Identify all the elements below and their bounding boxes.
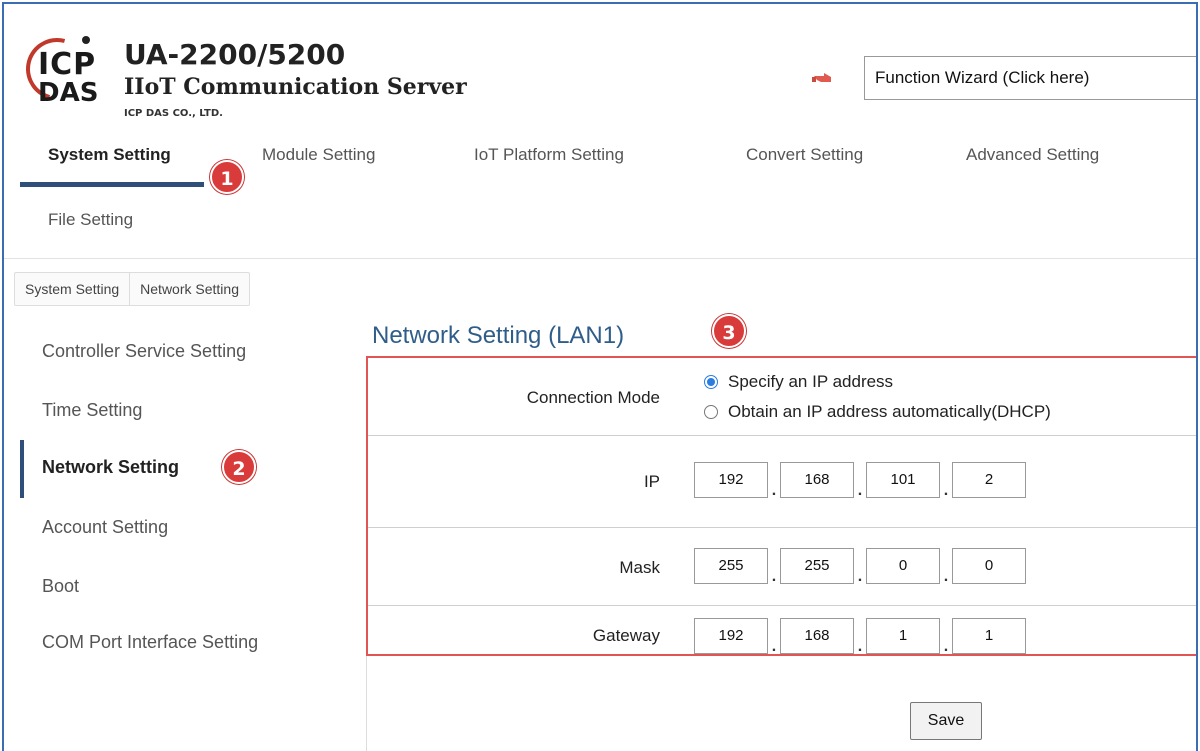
ip-octet-1[interactable]: 192 <box>694 462 768 498</box>
gateway-label: Gateway <box>592 626 660 645</box>
network-settings-form: Connection Mode Specify an IP address Ob… <box>366 356 1196 656</box>
octet-separator: . <box>857 482 863 499</box>
gateway-input-group: 192 . 168 . 1 . 1 <box>694 618 1026 655</box>
mask-octet-3[interactable]: 0 <box>866 548 940 584</box>
gateway-octet-2[interactable]: 168 <box>780 618 854 654</box>
ip-octet-3[interactable]: 101 <box>866 462 940 498</box>
company-logo: ICP DAS <box>14 26 122 112</box>
octet-separator: . <box>943 568 949 585</box>
mask-octet-1[interactable]: 255 <box>694 548 768 584</box>
pointing-hand-icon <box>812 73 831 82</box>
sidebar-item-time-setting[interactable]: Time Setting <box>42 400 142 421</box>
tab-iot-platform-setting[interactable]: IoT Platform Setting <box>474 145 624 165</box>
product-title: UA-2200/5200 <box>124 38 346 71</box>
octet-separator: . <box>771 638 777 655</box>
ip-octet-2[interactable]: 168 <box>780 462 854 498</box>
breadcrumb: System Setting Network Setting <box>14 272 250 306</box>
logo-text-top: ICP <box>38 47 97 82</box>
octet-separator: . <box>857 568 863 585</box>
mask-octet-2[interactable]: 255 <box>780 548 854 584</box>
radio-button-unselected[interactable] <box>704 405 718 419</box>
radio-dhcp[interactable]: Obtain an IP address automatically(DHCP) <box>704 402 1051 422</box>
ip-octet-4[interactable]: 2 <box>952 462 1026 498</box>
active-tab-indicator <box>20 182 204 187</box>
mask-row: Mask 255 . 255 . 0 . 0 <box>368 528 1196 606</box>
mask-octet-4[interactable]: 0 <box>952 548 1026 584</box>
octet-separator: . <box>857 638 863 655</box>
logo-text-bottom: DAS <box>38 78 99 108</box>
gateway-octet-4[interactable]: 1 <box>952 618 1026 654</box>
function-wizard-button[interactable]: Function Wizard (Click here) <box>864 56 1196 100</box>
ip-label: IP <box>643 472 660 491</box>
tab-convert-setting[interactable]: Convert Setting <box>746 145 863 165</box>
tab-system-setting[interactable]: System Setting <box>48 145 171 165</box>
company-name: ICP DAS CO., LTD. <box>124 108 223 119</box>
sidebar-item-account-setting[interactable]: Account Setting <box>42 517 168 538</box>
radio-dhcp-label: Obtain an IP address automatically(DHCP) <box>728 402 1051 421</box>
tab-file-setting[interactable]: File Setting <box>48 210 133 230</box>
octet-separator: . <box>943 638 949 655</box>
ip-row: IP 192 . 168 . 101 . 2 <box>368 436 1196 528</box>
sidebar-item-network-setting[interactable]: Network Setting <box>42 457 179 478</box>
gateway-octet-3[interactable]: 1 <box>866 618 940 654</box>
sidebar-item-controller-service-setting[interactable]: Controller Service Setting <box>42 341 246 362</box>
octet-separator: . <box>771 568 777 585</box>
save-button[interactable]: Save <box>910 702 982 740</box>
gateway-octet-1[interactable]: 192 <box>694 618 768 654</box>
logo-dot <box>82 36 90 44</box>
radio-specify-ip[interactable]: Specify an IP address <box>704 372 893 392</box>
app-window: ICP DAS UA-2200/5200 IIoT Communication … <box>2 2 1198 751</box>
octet-separator: . <box>943 482 949 499</box>
step-badge-2: 2 <box>222 450 256 484</box>
step-badge-1: 1 <box>210 160 244 194</box>
step-badge-3: 3 <box>712 314 746 348</box>
connection-mode-row: Connection Mode Specify an IP address Ob… <box>368 358 1196 436</box>
breadcrumb-system-setting[interactable]: System Setting <box>15 273 129 305</box>
octet-separator: . <box>771 482 777 499</box>
sidebar-item-com-port-interface-setting[interactable]: COM Port Interface Setting <box>42 632 258 653</box>
save-area-divider <box>366 656 367 751</box>
connection-mode-label: Connection Mode <box>526 388 660 407</box>
mask-label: Mask <box>619 558 660 577</box>
product-subtitle: IIoT Communication Server <box>124 74 467 100</box>
ip-input-group: 192 . 168 . 101 . 2 <box>694 462 1026 499</box>
gateway-row: Gateway 192 . 168 . 1 . 1 <box>368 606 1196 655</box>
sidebar-active-indicator <box>20 440 24 498</box>
sidebar-item-boot[interactable]: Boot <box>42 576 79 597</box>
tab-module-setting[interactable]: Module Setting <box>262 145 375 165</box>
radio-specify-ip-label: Specify an IP address <box>728 372 894 391</box>
header-divider <box>4 258 1196 259</box>
radio-button-selected[interactable] <box>704 375 718 389</box>
page-title: Network Setting (LAN1) <box>372 322 625 349</box>
mask-input-group: 255 . 255 . 0 . 0 <box>694 548 1026 585</box>
breadcrumb-network-setting[interactable]: Network Setting <box>129 273 249 305</box>
tab-advanced-setting[interactable]: Advanced Setting <box>966 145 1099 165</box>
